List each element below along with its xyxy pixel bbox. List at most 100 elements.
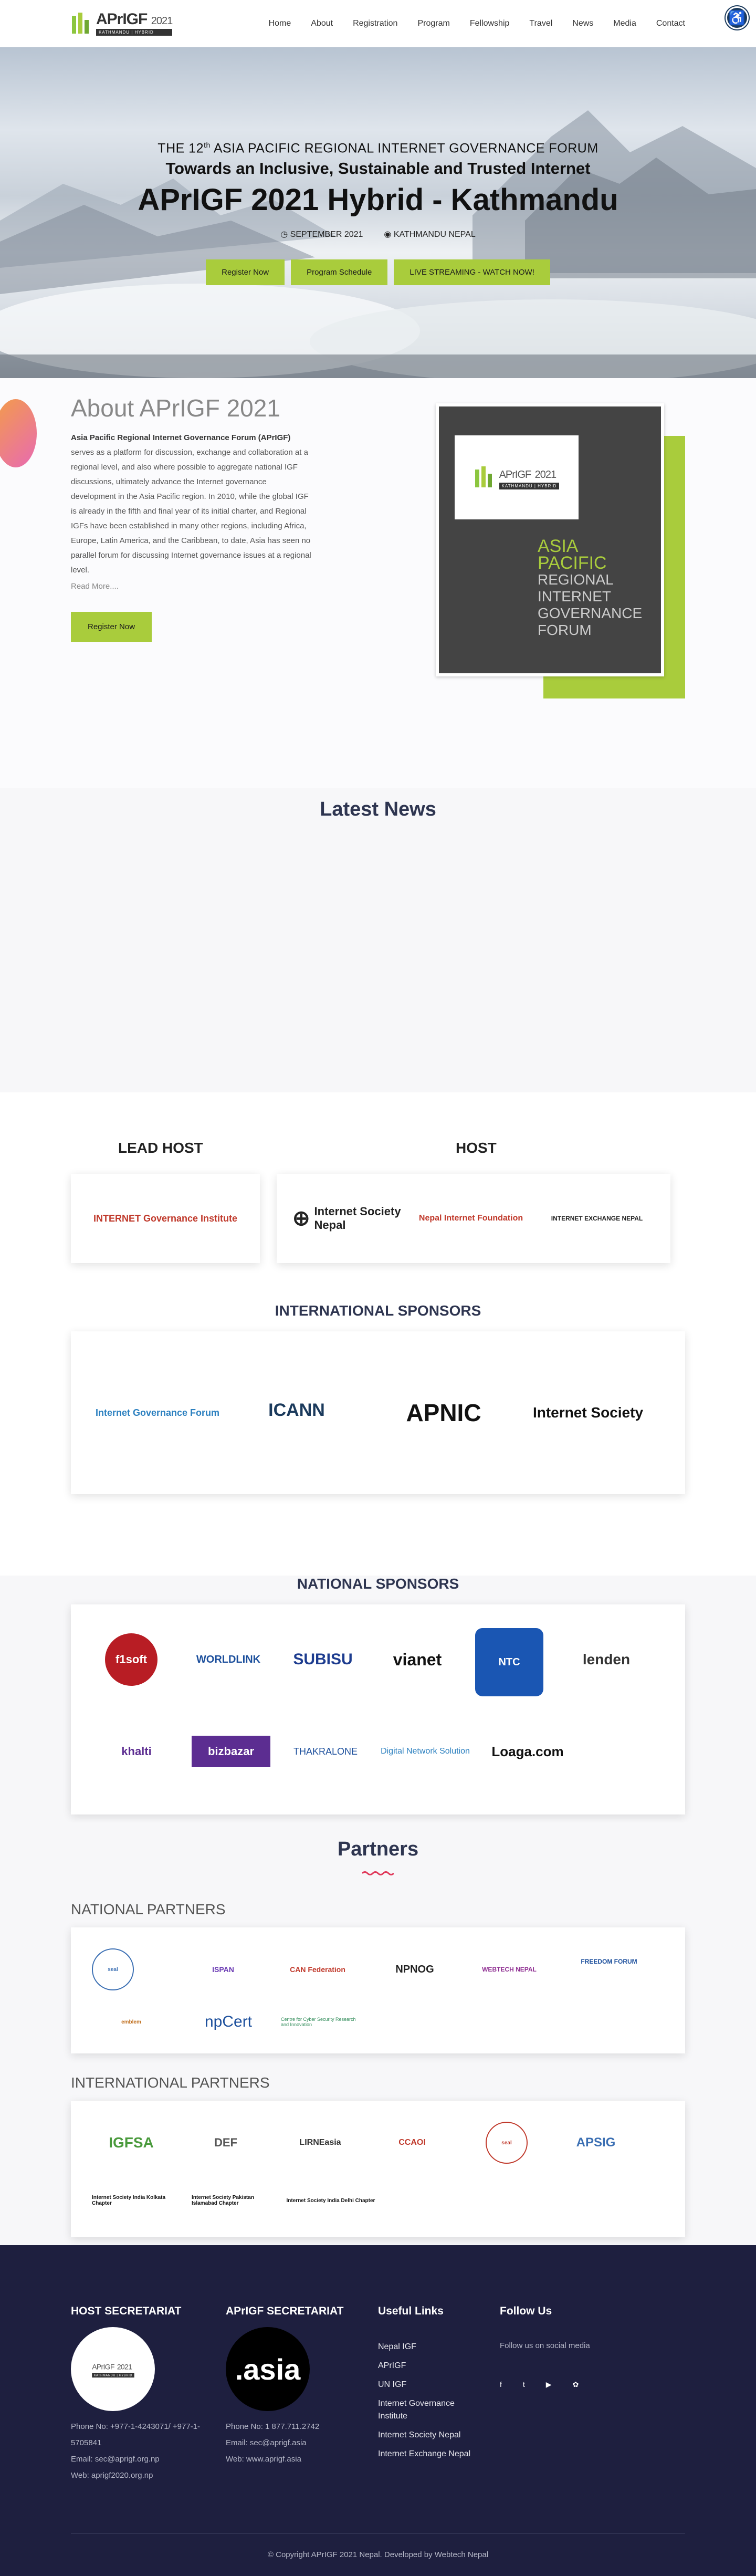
footer-link-aprigf[interactable]: APrIGF — [378, 2356, 483, 2375]
apsig-logo[interactable]: APSIG — [554, 2127, 638, 2158]
flickr-icon[interactable]: ✿ — [573, 2380, 579, 2389]
subisu-logo[interactable]: SUBISU — [281, 1641, 365, 1678]
nav-fellowship[interactable]: Fellowship — [470, 19, 510, 28]
partner-seal-logo[interactable]: seal — [92, 1948, 134, 1990]
hosts-section: LEAD HOST HOST INTERNET Governance Insti… — [0, 1092, 756, 1576]
ispan-logo[interactable]: ISPAN — [197, 1948, 249, 1990]
footer-apr-email[interactable]: Email: sec@aprigf.asia — [226, 2435, 362, 2451]
freedom-forum-logo[interactable]: FREEDOM FORUM — [564, 1948, 654, 1975]
isoc-delhi-logo[interactable]: Internet Society India Delhi Chapter — [286, 2185, 375, 2216]
live-streaming-button[interactable]: LIVE STREAMING - WATCH NOW! — [394, 259, 550, 286]
calendar-icon: ◷ — [280, 230, 288, 239]
read-more-link[interactable]: Read More.... — [71, 582, 312, 591]
latest-news-section: Latest News — [0, 788, 756, 1092]
site-logo[interactable]: APrIGF 2021 KATHMANDU | HYBRID — [71, 11, 173, 36]
nav-contact[interactable]: Contact — [656, 19, 685, 28]
footer-host-title: HOST SECRETARIAT — [71, 2305, 182, 2317]
footer-host-web[interactable]: Web: aprigf2020.org.np — [71, 2467, 207, 2484]
international-partners-title: INTERNATIONAL PARTNERS — [71, 2074, 270, 2091]
footer-follow-title: Follow Us — [500, 2305, 552, 2317]
nav-about[interactable]: About — [311, 19, 333, 28]
footer-link-igi[interactable]: Internet Governance Institute — [378, 2394, 483, 2426]
apnic-logo[interactable]: APNIC — [375, 1389, 512, 1436]
npcert-logo[interactable]: npCert — [186, 2006, 270, 2038]
thakralone-logo[interactable]: THAKRALONE — [284, 1736, 368, 1767]
about-section: About APrIGF 2021 Asia Pacific Regional … — [0, 378, 756, 788]
footer-link-nepal-igf[interactable]: Nepal IGF — [378, 2338, 483, 2356]
twitter-icon[interactable]: t — [523, 2380, 525, 2389]
icann-logo[interactable]: ICANN — [244, 1368, 349, 1452]
footer-follow: Follow Us Follow us on social media f t … — [500, 2305, 636, 2389]
hero-pretitle: THE 12th ASIA PACIFIC REGIONAL INTERNET … — [158, 141, 598, 156]
nav-travel[interactable]: Travel — [529, 19, 552, 28]
nav-media[interactable]: Media — [613, 19, 636, 28]
lenden-logo[interactable]: lenden — [554, 1641, 659, 1678]
isoc-nepal-logo[interactable]: ⊕ Internet Society Nepal — [292, 1197, 403, 1239]
register-now-button[interactable]: Register Now — [206, 259, 285, 286]
partner-emblem-logo[interactable]: emblem — [113, 2001, 150, 2043]
accessibility-icon[interactable]: ♿ — [726, 6, 749, 29]
about-heading: About APrIGF 2021 — [71, 394, 280, 422]
footer-link-isoc-nepal[interactable]: Internet Society Nepal — [378, 2426, 483, 2445]
hero-title: APrIGF 2021 Hybrid - Kathmandu — [138, 183, 618, 217]
igfsa-logo[interactable]: IGFSA — [92, 2122, 171, 2164]
logo-title: APrIGF — [96, 11, 148, 28]
worldlink-logo[interactable]: WORLDLINK — [186, 1641, 270, 1678]
nav-registration[interactable]: Registration — [353, 19, 397, 28]
dns-logo[interactable]: Digital Network Solution — [378, 1728, 472, 1775]
igi-logo[interactable]: INTERNET Governance Institute — [71, 1174, 260, 1263]
intl-sponsors-title: INTERNATIONAL SPONSORS — [275, 1302, 481, 1319]
webtech-nepal-logo[interactable]: WEBTECH NEPAL — [475, 1948, 543, 1990]
footer-host-email[interactable]: Email: sec@aprigf.org.np — [71, 2451, 207, 2467]
location-pin-icon: ◉ — [384, 230, 392, 239]
footer-link-npix[interactable]: Internet Exchange Nepal — [378, 2445, 483, 2464]
f1soft-logo[interactable]: f1soft — [97, 1631, 165, 1688]
igf-logo[interactable]: Internet Governance Forum — [92, 1389, 223, 1436]
nif-logo[interactable]: Nepal Internet Foundation — [413, 1197, 529, 1239]
youtube-icon[interactable]: ▶ — [546, 2380, 552, 2389]
footer-apr-phone: Phone No: 1 877.711.2742 — [226, 2422, 320, 2431]
khalti-logo[interactable]: khalti — [97, 1736, 176, 1767]
ntc-logo[interactable]: NTC — [475, 1628, 543, 1696]
national-sponsors-section: NATIONAL SPONSORS f1soft WORLDLINK SUBIS… — [0, 1576, 756, 1822]
logo-year: 2021 — [151, 15, 173, 27]
footer-host-secretariat: HOST SECRETARIAT APrIGF 2021 KATHMANDU |… — [71, 2305, 207, 2484]
main-nav: Home About Registration Program Fellowsh… — [269, 19, 685, 28]
npnog-logo[interactable]: NPNOG — [381, 1948, 449, 1990]
loaga-logo[interactable]: Loaga.com — [480, 1736, 575, 1767]
squiggle-divider — [362, 1871, 394, 1875]
host-card: ⊕ Internet Society Nepal Nepal Internet F… — [277, 1174, 670, 1263]
footer-copyright: © Copyright APrIGF 2021 Nepal. Developed… — [267, 2550, 489, 2559]
bizbazar-logo[interactable]: bizbazar — [192, 1736, 270, 1767]
footer-apr-web[interactable]: Web: www.aprigf.asia — [226, 2451, 362, 2467]
national-sponsors-card: f1soft WORLDLINK SUBISU vianet NTC lende… — [71, 1604, 685, 1814]
npix-logo[interactable]: INTERNET EXCHANGE NEPAL — [539, 1197, 655, 1239]
isoc-kolkata-logo[interactable]: Internet Society India Kolkata Chapter — [92, 2185, 181, 2216]
logo-mark-icon — [474, 466, 496, 488]
about-register-button[interactable]: Register Now — [71, 612, 152, 642]
vianet-logo[interactable]: vianet — [375, 1636, 459, 1683]
program-schedule-button[interactable]: Program Schedule — [291, 259, 388, 286]
isoc-islamabad-logo[interactable]: Internet Society Pakistan Islamabad Chap… — [192, 2185, 281, 2216]
ccsri-logo[interactable]: Centre for Cyber Security Research and I… — [281, 2006, 365, 2038]
footer-link-un-igf[interactable]: UN IGF — [378, 2375, 483, 2394]
logo-subtitle: KATHMANDU | HYBRID — [96, 29, 173, 36]
ccaoi-logo[interactable]: CCAOI — [375, 2127, 449, 2158]
about-card-logo: APrIGF 2021 KATHMANDU | HYBRID — [455, 435, 579, 519]
facebook-icon[interactable]: f — [500, 2380, 502, 2389]
isoc-icon: ⊕ — [292, 1207, 310, 1230]
partner-intl-seal-logo[interactable]: seal — [486, 2122, 528, 2164]
decorative-blob — [0, 399, 37, 467]
can-federation-logo[interactable]: CAN Federation — [286, 1948, 349, 1990]
footer-divider — [71, 2533, 685, 2534]
nav-program[interactable]: Program — [417, 19, 449, 28]
isoc-logo[interactable]: Internet Society — [522, 1389, 654, 1436]
lirneasia-logo[interactable]: LIRNEasia — [281, 2127, 360, 2158]
nav-news[interactable]: News — [572, 19, 593, 28]
footer-links-title: Useful Links — [378, 2305, 444, 2317]
nav-home[interactable]: Home — [269, 19, 291, 28]
def-logo[interactable]: DEF — [192, 2127, 260, 2158]
national-sponsors-title: NATIONAL SPONSORS — [297, 1576, 459, 1592]
site-header: APrIGF 2021 KATHMANDU | HYBRID Home Abou… — [0, 0, 756, 47]
international-partners-card: IGFSA DEF LIRNEasia CCAOI seal APSIG Int… — [71, 2101, 685, 2237]
